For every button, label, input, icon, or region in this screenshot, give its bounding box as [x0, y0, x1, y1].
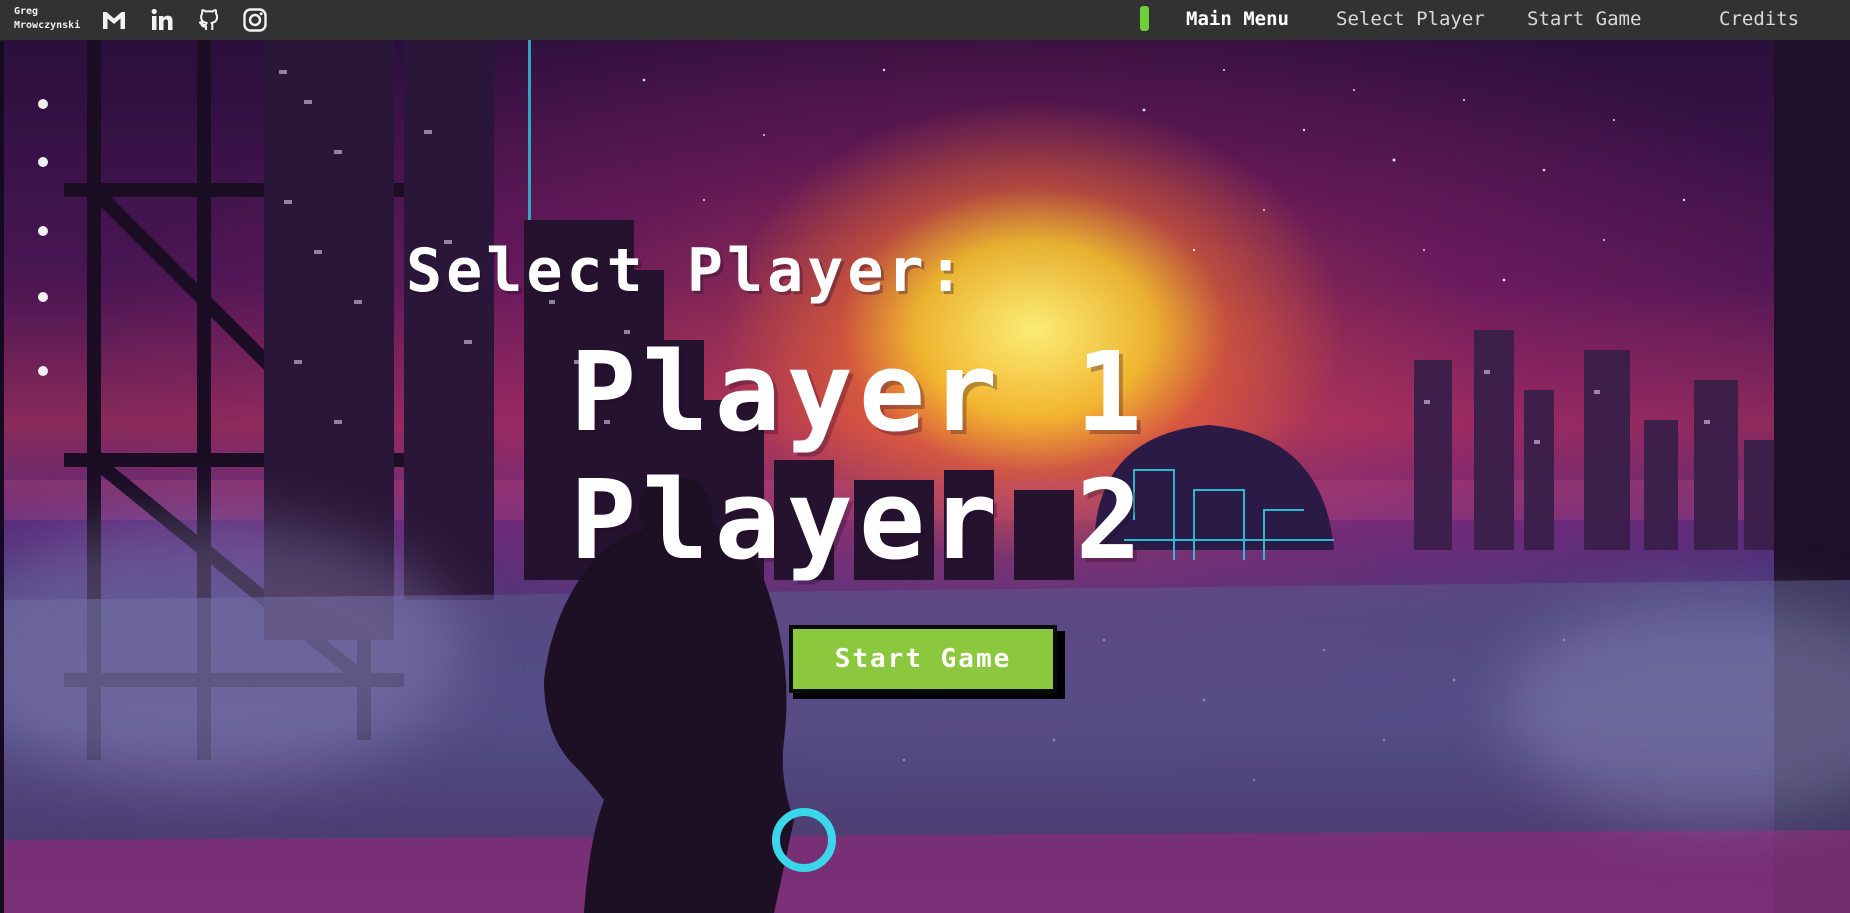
select-player-heading: Select Player:	[406, 236, 968, 306]
nav-select-player[interactable]: Select Player	[1336, 8, 1485, 30]
player-2-option[interactable]: Player 2	[570, 460, 1148, 580]
side-nav-dot-3[interactable]	[38, 226, 48, 236]
start-game-button[interactable]: Start Game	[789, 625, 1057, 693]
linkedin-icon[interactable]	[148, 6, 176, 34]
side-nav-dot-1[interactable]	[38, 99, 48, 109]
nav-main-menu[interactable]: Main Menu	[1186, 8, 1289, 30]
gmail-icon[interactable]	[100, 6, 128, 34]
side-nav-dot-5[interactable]	[38, 366, 48, 376]
brand-first-name: Greg	[14, 6, 39, 17]
brand-name[interactable]: Greg Mrowczynski	[14, 5, 80, 33]
instagram-icon[interactable]	[241, 6, 269, 34]
top-navigation-bar: Greg Mrowczynski Main Menu Select Player…	[0, 0, 1850, 41]
player-1-option[interactable]: Player 1	[570, 332, 1148, 452]
active-nav-indicator	[1140, 6, 1149, 31]
nav-credits[interactable]: Credits	[1719, 8, 1799, 30]
side-nav-dot-2[interactable]	[38, 157, 48, 167]
side-nav-dot-4[interactable]	[38, 292, 48, 302]
brand-last-name: Mrowczynski	[14, 20, 81, 31]
github-icon[interactable]	[195, 6, 223, 34]
nav-start-game[interactable]: Start Game	[1527, 8, 1641, 30]
